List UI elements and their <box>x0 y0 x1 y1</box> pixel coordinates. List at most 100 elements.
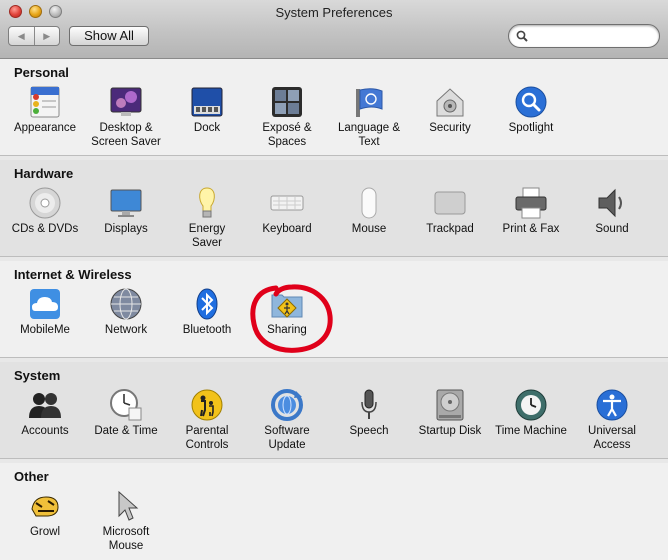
bluetooth-icon <box>196 288 218 320</box>
section-system: System Accounts Date & Time Parental Con… <box>0 362 668 459</box>
back-forward-control: ◀ ▶ <box>8 26 60 46</box>
pref-displays[interactable]: Displays <box>86 186 166 236</box>
pref-security[interactable]: Security <box>410 85 490 135</box>
forward-button[interactable]: ▶ <box>33 27 60 45</box>
desktop-screen-saver-icon <box>110 87 142 116</box>
pref-energy-saver[interactable]: Energy Saver <box>167 186 247 250</box>
section-other: Other Growl Microsoft Mouse <box>0 463 668 560</box>
pref-label: Sharing <box>267 324 307 336</box>
back-arrow-icon: ◀ <box>17 30 25 41</box>
growl-icon <box>31 496 59 517</box>
section-title-hardware: Hardware <box>14 166 74 181</box>
pref-dock[interactable]: Dock <box>167 85 247 135</box>
search-field[interactable] <box>508 24 660 48</box>
speaker-icon <box>598 188 622 218</box>
section-hardware: Hardware CDs & DVDs Displays Energy Save… <box>0 160 668 257</box>
pref-label: Startup Disk <box>418 425 482 437</box>
pref-label: Microsoft Mouse <box>102 526 150 552</box>
pref-microsoft-mouse[interactable]: Microsoft Mouse <box>86 489 166 553</box>
pref-print-fax[interactable]: Print & Fax <box>491 186 571 236</box>
pref-label: CDs & DVDs <box>11 223 79 235</box>
pref-accounts[interactable]: Accounts <box>5 388 85 438</box>
pref-label: Parental Controls <box>185 425 229 451</box>
pref-label: Network <box>104 324 148 336</box>
pref-label: MobileMe <box>20 324 70 336</box>
pref-label: Dock <box>193 122 221 134</box>
system-preferences-window: System Preferences ◀ ▶ Show All Personal… <box>0 0 668 560</box>
trackpad-icon <box>434 191 466 215</box>
pref-cds-dvds[interactable]: CDs & DVDs <box>5 186 85 236</box>
pref-sharing[interactable]: Sharing <box>247 287 327 337</box>
pref-label: Bluetooth <box>182 324 232 336</box>
pref-label: Trackpad <box>426 223 474 235</box>
show-all-button[interactable]: Show All <box>69 26 149 46</box>
pref-label: Energy Saver <box>188 223 226 249</box>
pref-label: Language & Text <box>337 122 401 148</box>
pref-label: Mouse <box>351 223 387 235</box>
pref-software-update[interactable]: Software Update <box>247 388 327 452</box>
pref-universal-access[interactable]: Universal Access <box>572 388 652 452</box>
section-personal: Personal Appearance Desktop & Screen Sav… <box>0 59 668 156</box>
universal-access-icon <box>596 389 628 421</box>
section-title-personal: Personal <box>14 65 69 80</box>
search-input[interactable] <box>533 28 657 46</box>
pref-label: Speech <box>349 425 389 437</box>
pref-parental-controls[interactable]: Parental Controls <box>167 388 247 452</box>
pref-label: Displays <box>104 223 148 235</box>
parental-controls-icon <box>191 389 223 421</box>
microphone-icon <box>361 389 377 419</box>
pref-label: Appearance <box>13 122 77 134</box>
appearance-icon <box>30 86 60 118</box>
pref-mouse[interactable]: Mouse <box>329 186 409 236</box>
pref-bluetooth[interactable]: Bluetooth <box>167 287 247 337</box>
pref-keyboard[interactable]: Keyboard <box>247 186 327 236</box>
pref-label: Exposé & Spaces <box>262 122 312 148</box>
pref-spotlight[interactable]: Spotlight <box>491 85 571 135</box>
pref-trackpad[interactable]: Trackpad <box>410 186 490 236</box>
pref-label: Spotlight <box>508 122 554 134</box>
pref-label: Date & Time <box>94 425 158 437</box>
section-title-internet-wireless: Internet & Wireless <box>14 267 132 282</box>
pref-time-machine[interactable]: Time Machine <box>491 388 571 438</box>
network-globe-icon <box>110 288 142 320</box>
pref-label: Security <box>429 122 471 134</box>
pref-mobileme[interactable]: MobileMe <box>5 287 85 337</box>
displays-icon <box>110 189 142 217</box>
clock-icon <box>110 389 142 421</box>
pref-label: Accounts <box>21 425 69 437</box>
energy-saver-icon <box>199 187 215 218</box>
expose-spaces-icon <box>272 87 302 117</box>
cd-dvd-icon <box>29 187 61 219</box>
pref-label: Desktop & Screen Saver <box>91 122 161 148</box>
accounts-icon <box>29 393 61 418</box>
sharing-folder-icon <box>271 294 303 318</box>
printer-icon <box>515 187 547 219</box>
pref-label: Universal Access <box>588 425 636 451</box>
hard-disk-icon <box>436 389 464 421</box>
pref-growl[interactable]: Growl <box>5 489 85 539</box>
software-update-icon <box>271 389 303 421</box>
pref-expose-spaces[interactable]: Exposé & Spaces <box>247 85 327 149</box>
section-title-system: System <box>14 368 61 383</box>
titlebar: System Preferences ◀ ▶ Show All <box>0 0 668 59</box>
section-title-other: Other <box>14 469 49 484</box>
pref-date-time[interactable]: Date & Time <box>86 388 166 438</box>
search-icon <box>516 30 528 42</box>
time-machine-icon <box>515 389 547 421</box>
pref-desktop-screen-saver[interactable]: Desktop & Screen Saver <box>86 85 166 149</box>
pref-network[interactable]: Network <box>86 287 166 337</box>
forward-arrow-icon: ▶ <box>43 30 51 41</box>
pref-startup-disk[interactable]: Startup Disk <box>410 388 490 438</box>
security-icon <box>436 88 464 117</box>
pref-speech[interactable]: Speech <box>329 388 409 438</box>
mobileme-cloud-icon <box>30 289 60 319</box>
keyboard-icon <box>270 195 304 211</box>
section-internet-wireless: Internet & Wireless MobileMe Network Blu… <box>0 261 668 358</box>
pref-appearance[interactable]: Appearance <box>5 85 85 135</box>
pref-sound[interactable]: Sound <box>572 186 652 236</box>
mouse-icon <box>361 187 377 219</box>
pref-language-text[interactable]: Language & Text <box>329 85 409 149</box>
back-button[interactable]: ◀ <box>9 27 34 45</box>
microsoft-mouse-pointer-icon <box>118 490 139 521</box>
pref-label: Keyboard <box>262 223 312 235</box>
